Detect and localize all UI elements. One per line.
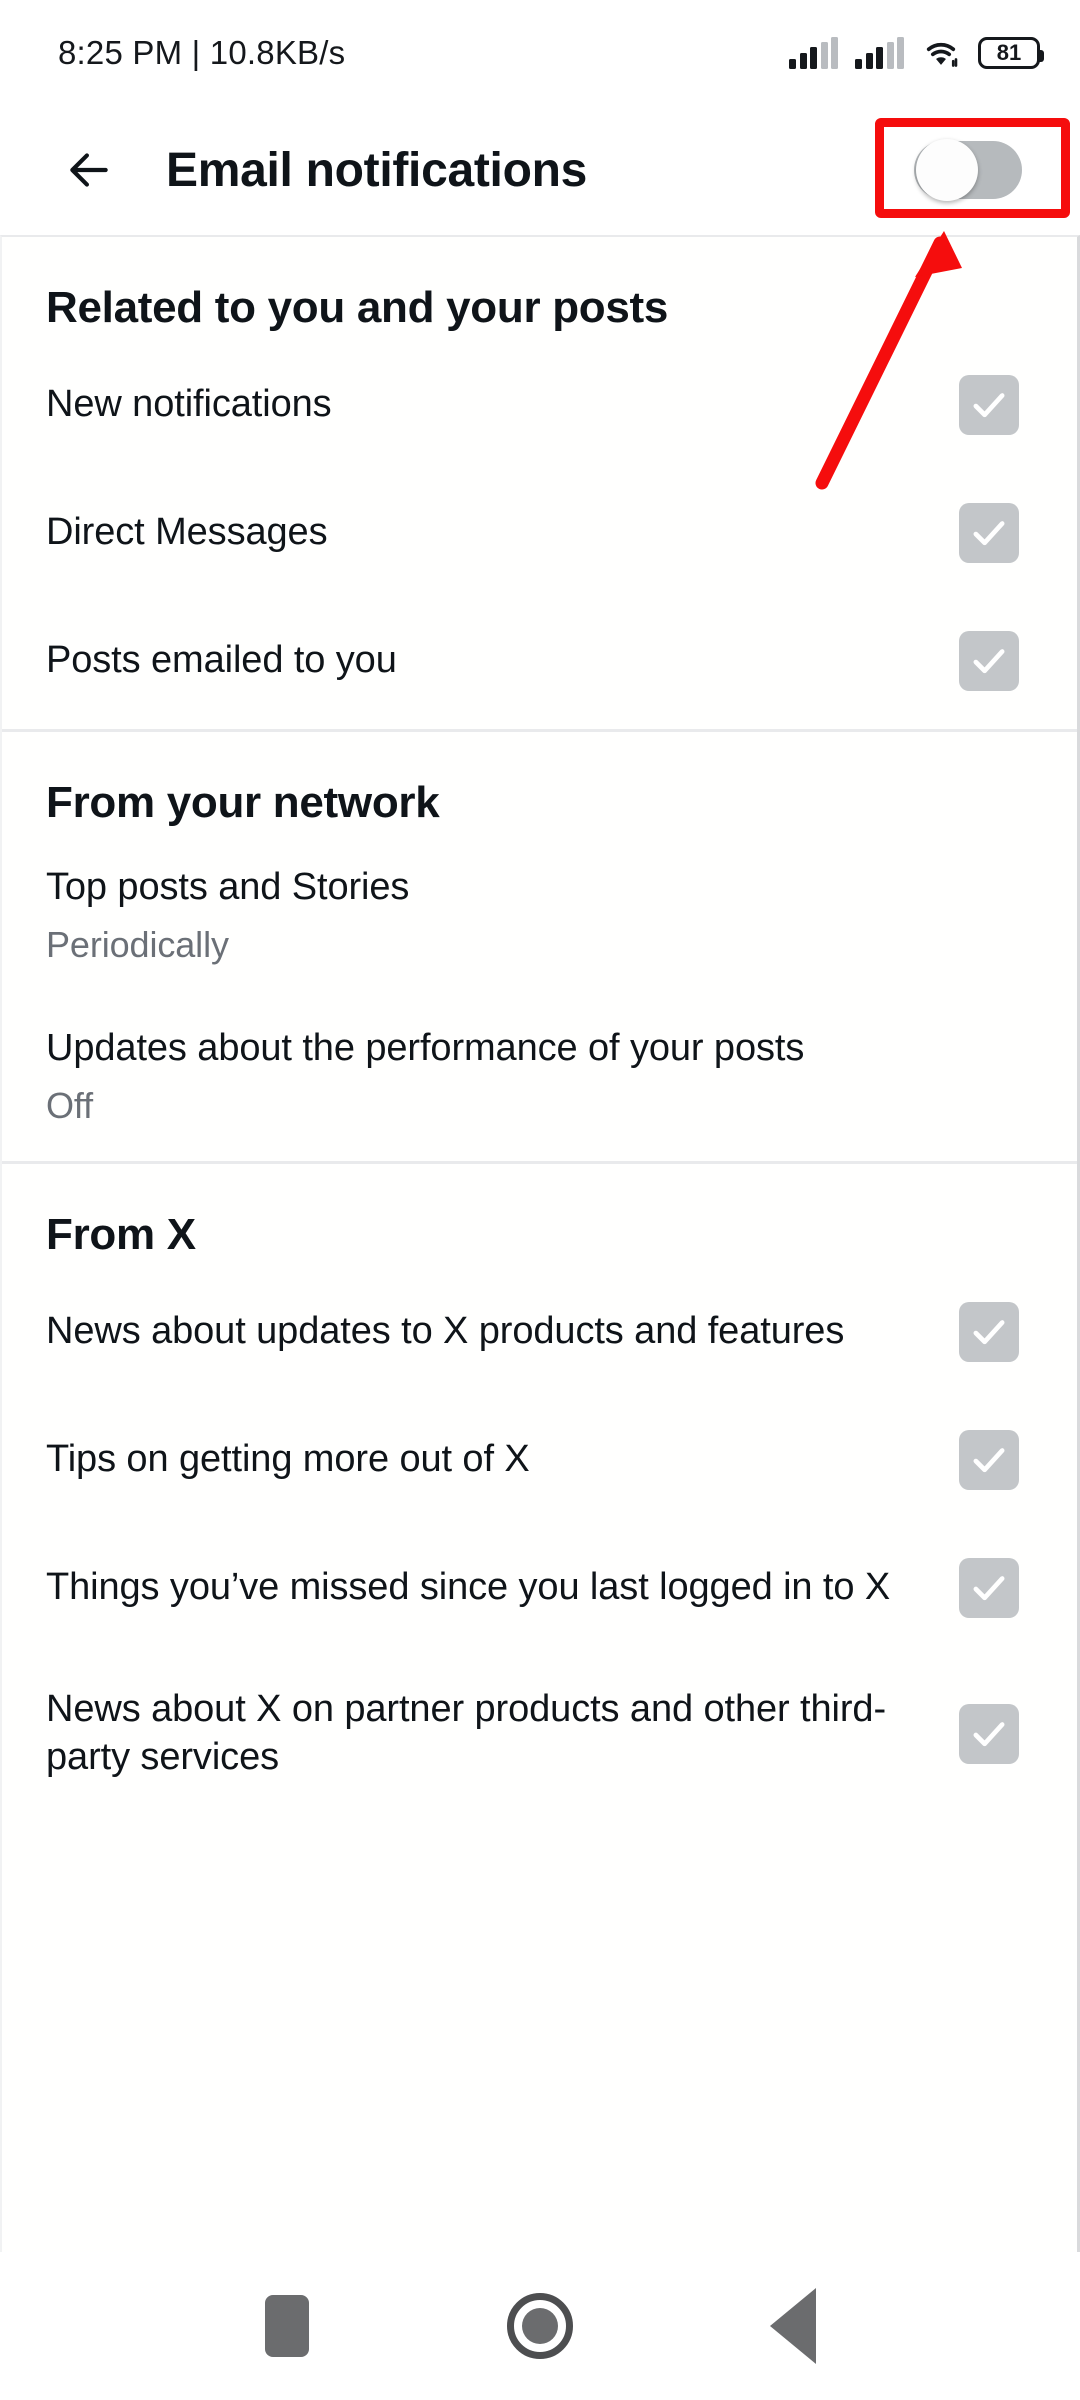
row-text: News about updates to X products and fea… (46, 1308, 931, 1356)
row-label: Posts emailed to you (46, 639, 397, 682)
checkbox-posts-emailed-to-you[interactable] (959, 631, 1019, 691)
section-header: Related to you and your posts (46, 283, 669, 332)
row-text: Posts emailed to you (46, 637, 931, 685)
row-label: Direct Messages (46, 511, 328, 554)
circle-icon (506, 2293, 573, 2359)
setting-row-posts-emailed-to-you[interactable]: Posts emailed to you (2, 597, 1077, 725)
app-bar: Email notifications (0, 105, 1080, 235)
battery-level: 81 (996, 39, 1022, 65)
check-icon (968, 1713, 1010, 1755)
checkbox-tips[interactable] (959, 1430, 1019, 1491)
setting-row-partner-products[interactable]: News about X on partner products and oth… (2, 1652, 1077, 1816)
setting-row-updates-about-performance[interactable]: Updates about the performance of your po… (2, 997, 1077, 1158)
signal-icon (789, 36, 838, 69)
row-text: Tips on getting more out of X (46, 1436, 931, 1484)
status-bar: 8:25 PM | 10.8KB/s 81 (0, 0, 1080, 105)
check-icon (968, 1311, 1010, 1353)
back-button[interactable] (52, 133, 126, 207)
row-text: Top posts and Stories Periodically (46, 864, 1033, 969)
setting-row-new-notifications[interactable]: New notifications (2, 341, 1077, 469)
section-from-your-network: From your network Top posts and Stories … (2, 732, 1077, 1165)
toggle-knob (916, 139, 978, 201)
check-icon (968, 512, 1010, 554)
check-icon (968, 1439, 1010, 1481)
recents-button[interactable] (227, 2266, 347, 2386)
status-time-speed: 8:25 PM | 10.8KB/s (58, 33, 346, 71)
check-icon (968, 640, 1010, 682)
email-notifications-master-toggle[interactable] (914, 139, 1022, 201)
home-button[interactable] (480, 2266, 600, 2386)
setting-row-things-missed[interactable]: Things you’ve missed since you last logg… (2, 1524, 1077, 1652)
section-from-x: From X News about updates to X products … (2, 1164, 1077, 1820)
setting-row-direct-messages[interactable]: Direct Messages (2, 469, 1077, 597)
checkbox-new-notifications[interactable] (959, 375, 1019, 435)
setting-row-top-posts-and-stories[interactable]: Top posts and Stories Periodically (2, 836, 1077, 997)
status-icons: 81 (789, 36, 1044, 69)
section-header: From your network (46, 778, 440, 827)
section-header: From X (46, 1210, 196, 1260)
row-text: Updates about the performance of your po… (46, 1025, 1033, 1130)
row-label: News about updates to X products and fea… (46, 1310, 845, 1353)
row-text: Things you’ve missed since you last logg… (46, 1564, 931, 1612)
row-label: Tips on getting more out of X (46, 1438, 530, 1481)
row-text: New notifications (46, 381, 931, 429)
square-icon (264, 2295, 309, 2357)
row-text: Direct Messages (46, 509, 931, 557)
triangle-left-icon (770, 2288, 817, 2364)
row-label: Updates about the performance of your po… (46, 1026, 805, 1069)
row-label: New notifications (46, 383, 332, 426)
setting-row-news-about-product-updates[interactable]: News about updates to X products and fea… (2, 1268, 1077, 1396)
checkbox-news-about-product-updates[interactable] (959, 1302, 1019, 1363)
row-text: News about X on partner products and oth… (46, 1686, 931, 1782)
android-navigation-bar (0, 2252, 1080, 2400)
arrow-left-icon (64, 145, 114, 195)
check-icon (968, 384, 1010, 426)
signal-icon (855, 36, 904, 69)
back-nav-button[interactable] (733, 2266, 853, 2386)
row-label: Top posts and Stories (46, 866, 410, 908)
row-label: News about X on partner products and oth… (46, 1688, 887, 1779)
settings-list: Related to you and your posts New notifi… (0, 235, 1080, 2252)
battery-icon: 81 (978, 36, 1044, 69)
check-icon (968, 1567, 1010, 1609)
row-label: Things you’ve missed since you last logg… (46, 1566, 891, 1609)
row-value: Periodically (46, 923, 229, 965)
wifi-icon (921, 37, 961, 69)
checkbox-direct-messages[interactable] (959, 503, 1019, 563)
page-title: Email notifications (166, 143, 588, 197)
checkbox-things-missed[interactable] (959, 1558, 1019, 1619)
row-value: Off (46, 1084, 94, 1126)
section-related-to-you: Related to you and your posts New notifi… (2, 237, 1077, 732)
checkbox-partner-products[interactable] (959, 1704, 1019, 1765)
setting-row-tips[interactable]: Tips on getting more out of X (2, 1396, 1077, 1524)
